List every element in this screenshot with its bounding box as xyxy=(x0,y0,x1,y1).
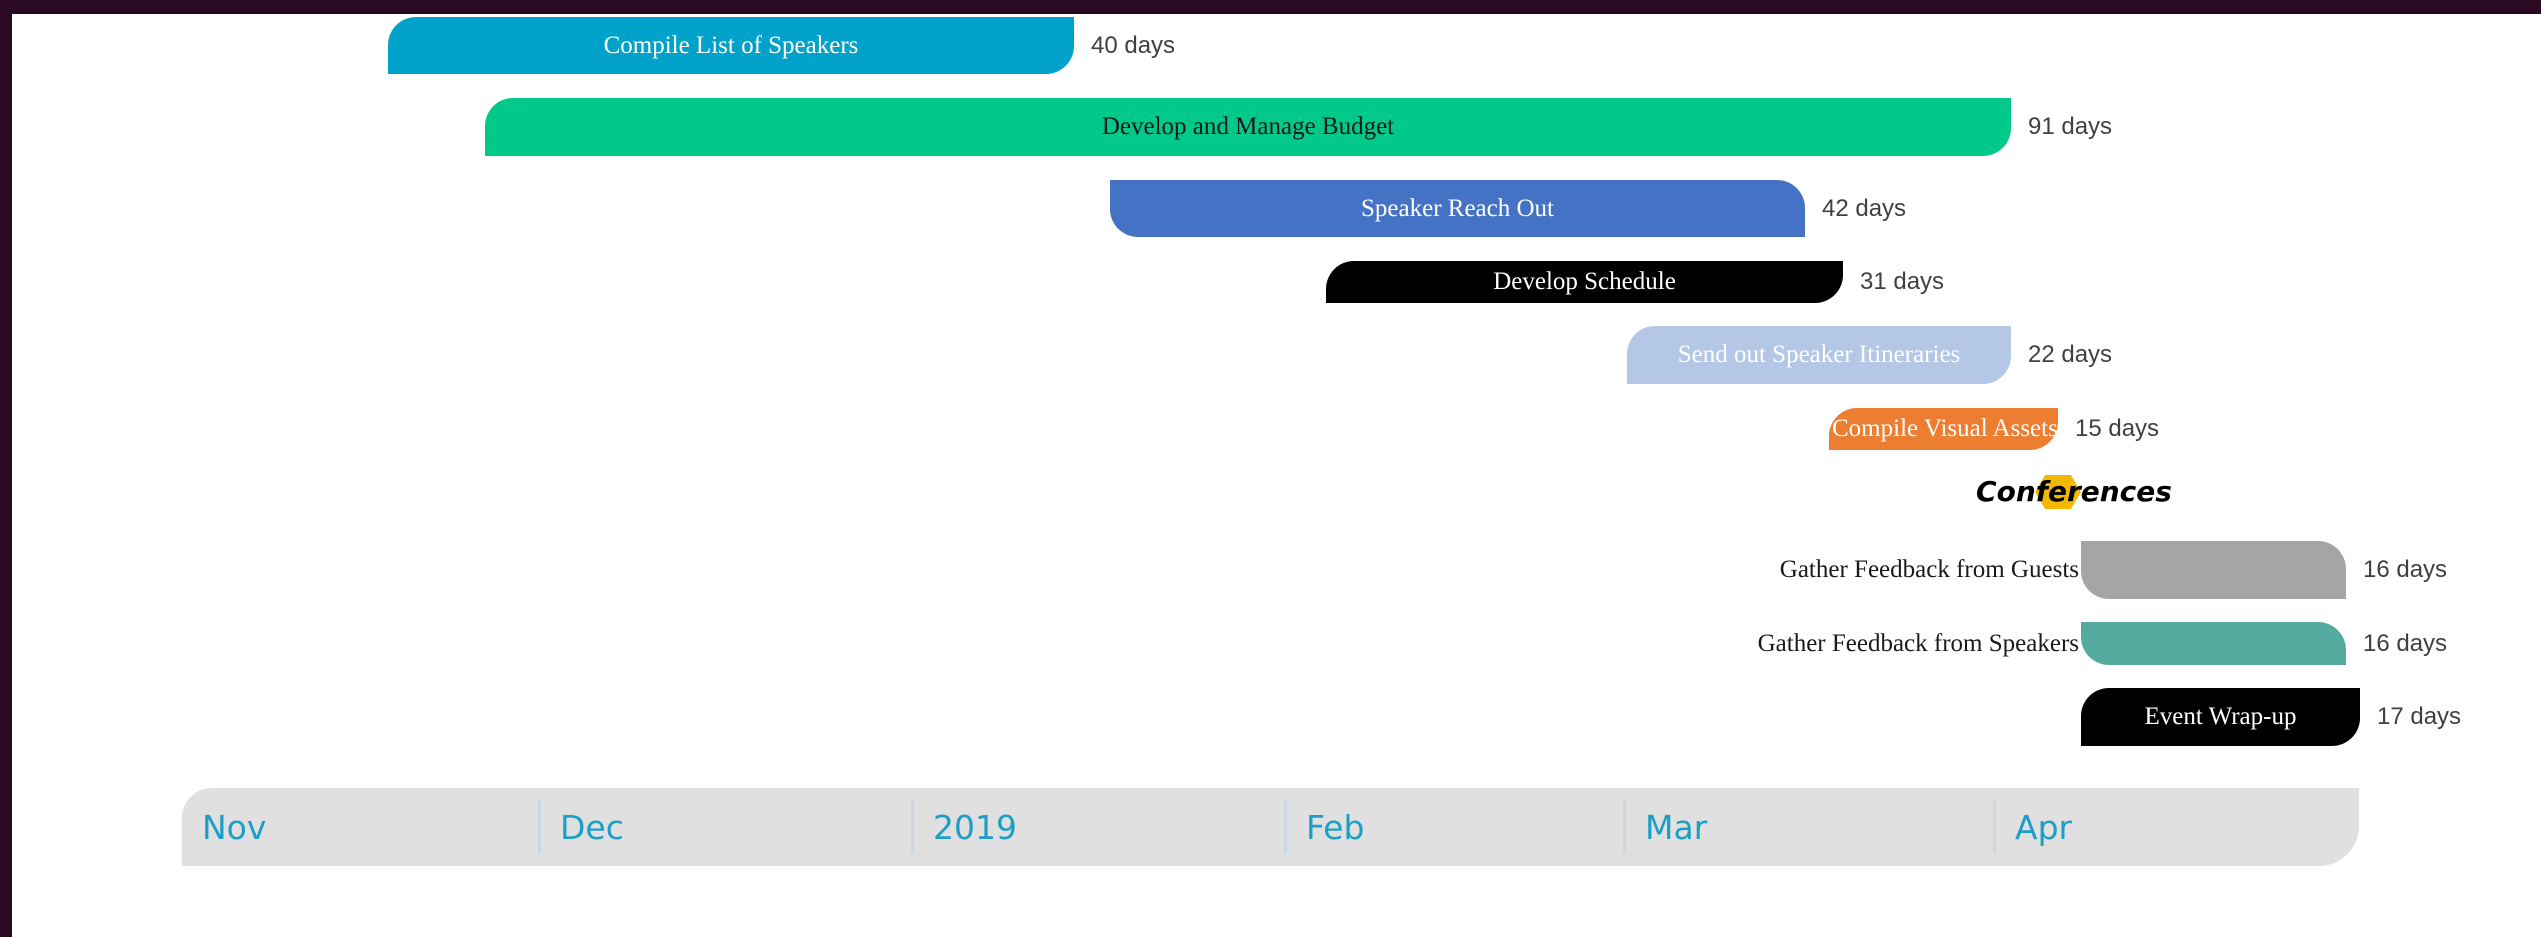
task-bar-compile-list-of-speakers[interactable]: Compile List of Speakers xyxy=(388,17,1074,74)
task-duration: 31 days xyxy=(1860,268,1945,295)
task-bar-gather-feedback-from-speakers[interactable] xyxy=(2081,622,2346,665)
task-bar-event-wrap-up[interactable]: Event Wrap-up xyxy=(2081,688,2360,746)
task-duration: 22 days xyxy=(2028,341,2113,368)
month-label-mar: Mar xyxy=(1645,807,1708,847)
month-label-apr: Apr xyxy=(2015,807,2073,847)
task-label: Event Wrap-up xyxy=(2144,703,2297,730)
month-label-2019: 2019 xyxy=(933,807,1017,847)
task-label: Compile Visual Assets xyxy=(1832,415,2058,442)
task-bar-gather-feedback-from-guests[interactable] xyxy=(2081,541,2346,599)
task-duration: 15 days xyxy=(2075,415,2160,442)
task-label-external: Gather Feedback from Speakers xyxy=(1757,629,2079,657)
task-label: Speaker Reach Out xyxy=(1361,194,1554,222)
task-bar-compile-visual-assets[interactable]: Compile Visual Assets xyxy=(1829,408,2058,450)
task-duration: 91 days xyxy=(2028,113,2113,140)
task-bar-speaker-reach-out[interactable]: Speaker Reach Out xyxy=(1110,180,1805,237)
month-label-nov: Nov xyxy=(202,807,267,847)
task-bar-send-out-speaker-itineraries[interactable]: Send out Speaker Itineraries xyxy=(1627,326,2011,384)
milestone-label: Conferences xyxy=(1976,475,2172,508)
task-label: Send out Speaker Itineraries xyxy=(1677,341,1961,368)
timeline-axis: Nov Dec 2019 Feb Mar Apr xyxy=(182,788,2359,866)
task-label: Develop Schedule xyxy=(1493,268,1676,295)
month-label-feb: Feb xyxy=(1306,807,1365,847)
task-label: Develop and Manage Budget xyxy=(1101,113,1395,140)
task-duration: 42 days xyxy=(1822,194,1907,222)
task-duration: 40 days xyxy=(1091,31,1176,59)
task-duration: 17 days xyxy=(2377,703,2462,730)
task-bar-develop-and-manage-budget[interactable]: Develop and Manage Budget xyxy=(485,98,2011,156)
task-label: Compile List of Speakers xyxy=(603,31,859,59)
task-bar-develop-schedule[interactable]: Develop Schedule xyxy=(1326,261,1843,303)
task-duration: 16 days xyxy=(2363,629,2448,657)
month-label-dec: Dec xyxy=(560,807,624,847)
task-label-external: Gather Feedback from Guests xyxy=(1779,556,2079,583)
task-duration: 16 days xyxy=(2363,556,2448,583)
